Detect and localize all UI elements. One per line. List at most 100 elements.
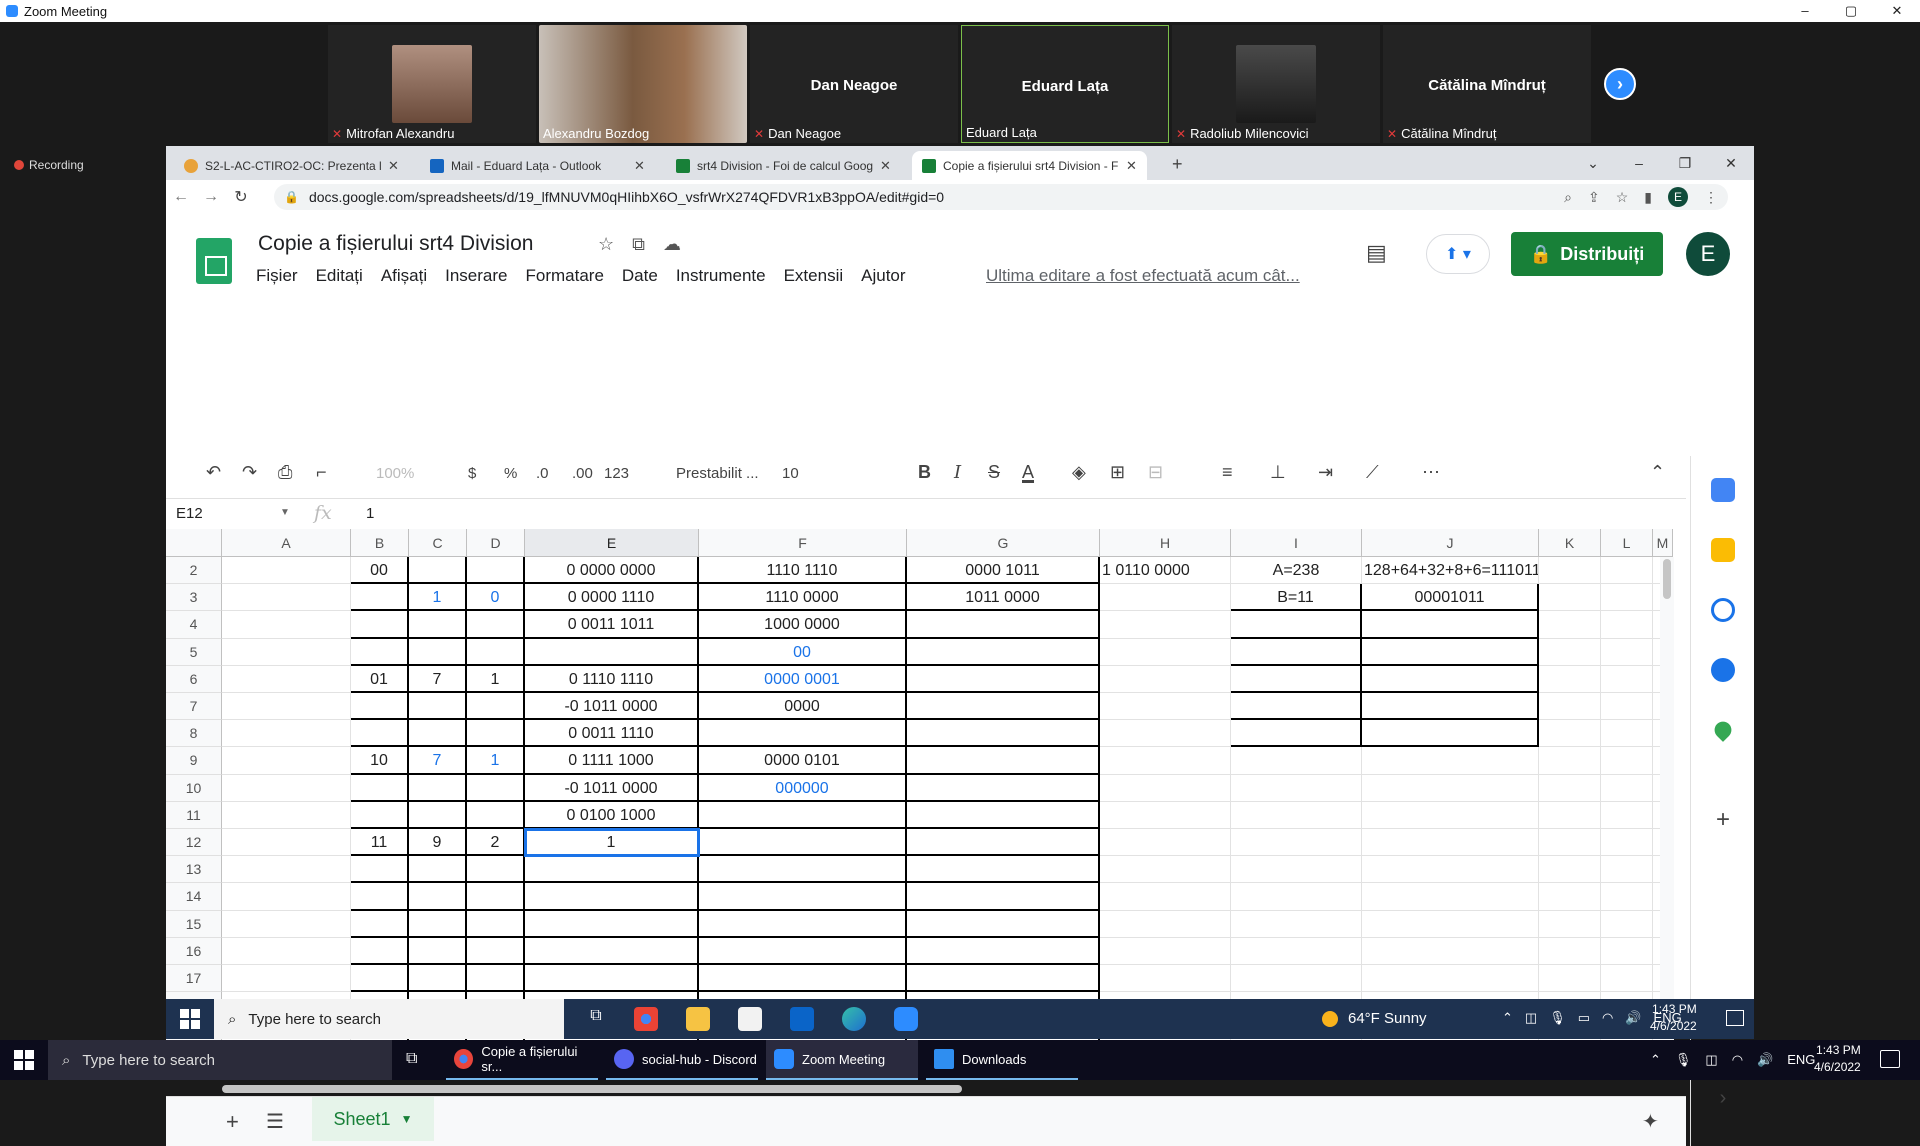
collapse-menus-icon[interactable]: ⌃ (1650, 462, 1665, 483)
paint-format-icon[interactable]: ⌐ (316, 462, 327, 483)
cell-j13[interactable] (1362, 856, 1539, 884)
cell-e16[interactable] (525, 937, 699, 965)
spreadsheet-grid[interactable]: A B C D E F G H I J K L M 2 00 0 0000 0000 1110 1110 0000… (166, 529, 1674, 1079)
cell-a13[interactable] (222, 856, 351, 884)
cell-f6[interactable]: 0000 0001 (699, 665, 907, 693)
cell-e5[interactable] (525, 638, 699, 666)
cell-k2[interactable] (1539, 557, 1601, 585)
add-sheet-icon[interactable]: + (226, 1109, 239, 1135)
volume-icon[interactable]: 🔊 (1757, 1052, 1773, 1068)
cell-c10[interactable] (409, 774, 467, 802)
cell-b8[interactable] (351, 720, 409, 748)
mic-icon[interactable]: 🎙 (1675, 1052, 1692, 1068)
column-header-j[interactable]: J (1362, 529, 1539, 557)
cell-e3[interactable]: 0 0000 1110 (525, 584, 699, 612)
cell-l10[interactable] (1601, 774, 1653, 802)
cell-c5[interactable] (409, 638, 467, 666)
cell-d5[interactable] (467, 638, 525, 666)
cell-g17[interactable] (907, 965, 1100, 993)
cell-i6[interactable] (1231, 665, 1362, 693)
cell-g3[interactable]: 1011 0000 (907, 584, 1100, 612)
cell-a12[interactable] (222, 829, 351, 857)
text-rotation-icon[interactable]: ⟋ (1366, 462, 1379, 483)
row-header-5[interactable]: 5 (166, 638, 222, 666)
profile-avatar[interactable]: E (1668, 187, 1688, 207)
cell-f9[interactable]: 0000 0101 (699, 747, 907, 775)
menu-view[interactable]: Afișați (381, 266, 427, 286)
participant-tile[interactable]: Alexandru Bozdog (539, 25, 747, 143)
cell-a4[interactable] (222, 611, 351, 639)
row-header-6[interactable]: 6 (166, 665, 222, 693)
cell-l2[interactable] (1601, 557, 1653, 585)
merge-cells-icon[interactable]: ⊟ (1148, 462, 1163, 483)
battery-icon[interactable]: ▭ (1578, 1010, 1590, 1026)
add-addon-icon[interactable]: + (1711, 808, 1735, 832)
side-panel-icon[interactable]: ▮ (1644, 189, 1652, 206)
column-header-i[interactable]: I (1231, 529, 1362, 557)
cell-h7[interactable] (1100, 693, 1231, 721)
cell-e15[interactable] (525, 910, 699, 938)
row-header-15[interactable]: 15 (166, 910, 222, 938)
cell-a16[interactable] (222, 937, 351, 965)
cell-f13[interactable] (699, 856, 907, 884)
column-header-h[interactable]: H (1100, 529, 1231, 557)
select-all-corner[interactable] (166, 529, 222, 557)
row-header-7[interactable]: 7 (166, 693, 222, 721)
cell-d7[interactable] (467, 693, 525, 721)
minimize-button[interactable]: – (1616, 155, 1662, 171)
cell-f5[interactable]: 00 (699, 638, 907, 666)
maximize-button[interactable]: ▢ (1828, 0, 1874, 22)
zoom-icon[interactable] (894, 1007, 918, 1031)
font-select[interactable]: Prestabilit ... (676, 465, 759, 482)
cell-j14[interactable] (1362, 883, 1539, 911)
wifi-icon[interactable]: ◠ (1602, 1010, 1613, 1026)
cell-b2[interactable]: 00 (351, 557, 409, 585)
cell-l3[interactable] (1601, 584, 1653, 612)
cell-f11[interactable] (699, 801, 907, 829)
taskbar-search[interactable]: ⌕ Type here to search (48, 1040, 392, 1080)
cell-f8[interactable] (699, 720, 907, 748)
column-header-m[interactable]: M (1653, 529, 1673, 557)
cell-i9[interactable] (1231, 747, 1362, 775)
column-header-d[interactable]: D (467, 529, 525, 557)
column-header-a[interactable]: A (222, 529, 351, 557)
cell-c17[interactable] (409, 965, 467, 993)
cell-g12[interactable] (907, 829, 1100, 857)
cell-a8[interactable] (222, 720, 351, 748)
chrome-icon[interactable] (634, 1007, 658, 1031)
cell-i12[interactable] (1231, 829, 1362, 857)
row-header-4[interactable]: 4 (166, 611, 222, 639)
close-tab-icon[interactable]: ✕ (1126, 158, 1137, 174)
sheet-tab[interactable]: Sheet1 ▼ (312, 1097, 434, 1141)
cell-h15[interactable] (1100, 910, 1231, 938)
file-explorer-icon[interactable] (686, 1007, 710, 1031)
redo-icon[interactable]: ↷ (242, 462, 257, 483)
tasks-icon[interactable] (1711, 598, 1735, 622)
column-header-b[interactable]: B (351, 529, 409, 557)
cell-k6[interactable] (1539, 665, 1601, 693)
fill-color-icon[interactable]: ◈ (1072, 462, 1086, 483)
meet-icon[interactable]: ◫ (1525, 1010, 1537, 1026)
cell-j17[interactable] (1362, 965, 1539, 993)
share-button[interactable]: 🔒 Distribuiți (1511, 232, 1663, 276)
cell-j15[interactable] (1362, 910, 1539, 938)
cell-i11[interactable] (1231, 801, 1362, 829)
star-icon[interactable]: ☆ (598, 234, 614, 255)
cell-b11[interactable] (351, 801, 409, 829)
cell-l5[interactable] (1601, 638, 1653, 666)
borders-icon[interactable]: ⊞ (1110, 462, 1125, 483)
cell-b4[interactable] (351, 611, 409, 639)
cell-k13[interactable] (1539, 856, 1601, 884)
cell-g16[interactable] (907, 937, 1100, 965)
row-header-17[interactable]: 17 (166, 965, 222, 993)
network-icon[interactable]: ◫ (1705, 1052, 1717, 1068)
taskbar-app-downloads[interactable]: Downloads (926, 1040, 1078, 1080)
column-header-f[interactable]: F (699, 529, 907, 557)
cell-f10[interactable]: 000000 (699, 774, 907, 802)
cell-f15[interactable] (699, 910, 907, 938)
cell-b3[interactable] (351, 584, 409, 612)
cell-k5[interactable] (1539, 638, 1601, 666)
cell-l12[interactable] (1601, 829, 1653, 857)
menu-insert[interactable]: Inserare (445, 266, 507, 286)
column-header-l[interactable]: L (1601, 529, 1653, 557)
